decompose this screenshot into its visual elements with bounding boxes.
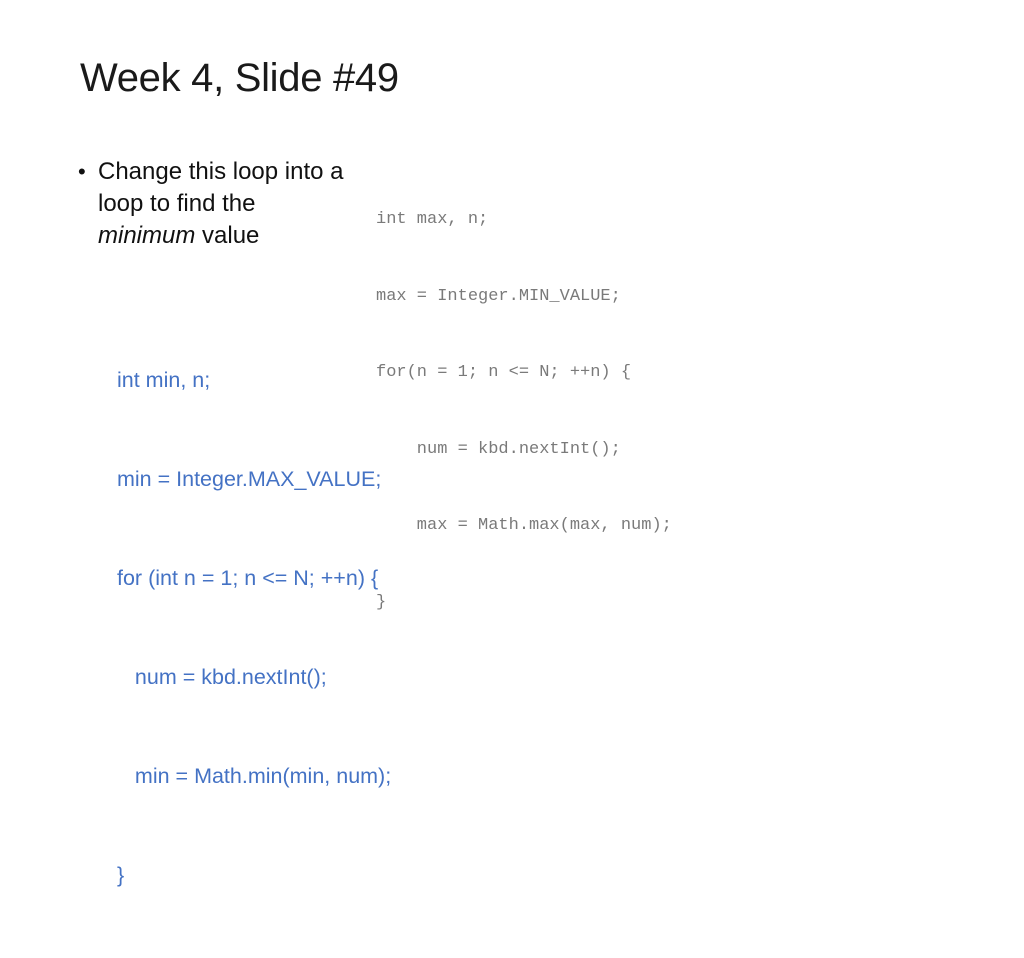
slide: Week 4, Slide #49 • Change this loop int… <box>0 0 1024 887</box>
code-line: min = Math.min(min, num); <box>117 764 392 788</box>
bullet-text-before: Change this loop into a loop to find the <box>98 158 344 217</box>
code-line: for(n = 1; n <= N; ++n) { <box>376 363 632 382</box>
bullet-point: • Change this loop into a loop to find t… <box>78 156 348 252</box>
code-line: int min, n; <box>117 368 211 392</box>
code-line: } <box>376 592 387 612</box>
bullet-emphasis: minimum <box>98 222 196 249</box>
code-line: } <box>117 863 125 887</box>
code-line: max = Math.max(max, num); <box>376 516 672 535</box>
bullet-dot-icon: • <box>78 159 86 184</box>
code-line: num = kbd.nextInt(); <box>117 665 327 689</box>
slide-title: Week 4, Slide #49 <box>80 56 399 100</box>
code-line: min = Integer.MAX_VALUE; <box>117 467 382 491</box>
original-code-block: int max, n; max = Integer.MIN_VALUE; for… <box>376 156 672 666</box>
bullet-text: Change this loop into a loop to find the… <box>98 156 348 252</box>
code-line: num = kbd.nextInt(); <box>376 439 621 459</box>
code-line: int max, n; <box>376 210 489 229</box>
bullet-text-after: value <box>195 222 260 249</box>
answer-code-block: int min, n; min = Integer.MAX_VALUE; for… <box>117 298 391 958</box>
code-line: max = Integer.MIN_VALUE; <box>376 286 621 306</box>
code-line: for (int n = 1; n <= N; ++n) { <box>117 566 379 590</box>
